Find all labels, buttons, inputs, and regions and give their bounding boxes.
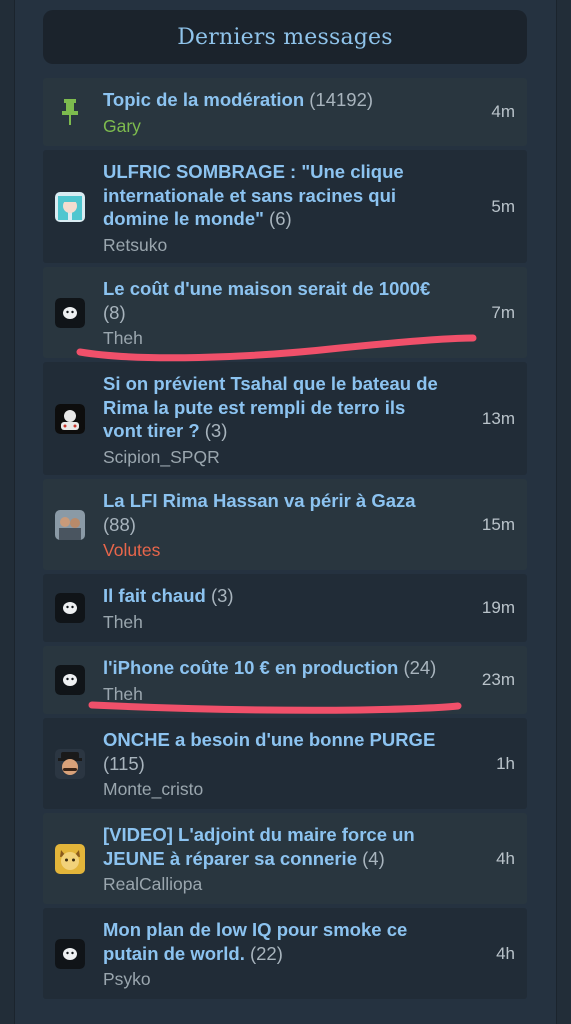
topic-row[interactable]: ONCHE a besoin d'une bonne PURGE (115) M… xyxy=(43,718,527,809)
topic-time: 23m xyxy=(481,670,515,689)
topic-title-line[interactable]: La LFI Rima Hassan va périr à Gaza (88) xyxy=(103,489,517,536)
topic-time: 1h xyxy=(496,753,515,773)
topic-title-line[interactable]: ONCHE a besoin d'une bonne PURGE (115) xyxy=(103,728,517,775)
topic-title-line[interactable]: [VIDEO] L'adjoint du maire force un JEUN… xyxy=(103,823,517,870)
topic-time: 5m xyxy=(491,196,515,216)
topic-title[interactable]: Si on prévient Tsahal que le bateau de R… xyxy=(103,373,438,441)
topic-title-line[interactable]: Mon plan de low IQ pour smoke ce putain … xyxy=(103,918,517,965)
topic-row[interactable]: Il fait chaud (3) Theh 19m xyxy=(43,574,527,642)
topic-row[interactable]: La LFI Rima Hassan va périr à Gaza (88) … xyxy=(43,479,527,570)
topic-title-line[interactable]: Topic de la modération (14192) xyxy=(103,88,517,112)
default-avatar xyxy=(55,593,85,623)
topic-title[interactable]: ONCHE a besoin d'une bonne PURGE xyxy=(103,729,435,750)
topic-author[interactable]: Scipion_SPQR xyxy=(103,446,517,468)
reply-count: (14192) xyxy=(309,89,374,110)
topic-row[interactable]: Topic de la modération (14192) Gary 4m xyxy=(43,78,527,146)
reply-count: (88) xyxy=(103,513,136,535)
topic-title[interactable]: Il fait chaud xyxy=(103,585,206,606)
latest-messages-header: Derniers messages xyxy=(43,10,527,64)
topic-title-line[interactable]: Le coût d'une maison serait de 1000€ (8) xyxy=(103,277,517,324)
gamer-avatar xyxy=(55,403,85,434)
reply-count: (3) xyxy=(210,585,234,606)
topic-author[interactable]: RealCalliopa xyxy=(103,873,517,895)
mustache-avatar xyxy=(55,748,85,779)
topic-row[interactable]: [VIDEO] L'adjoint du maire force un JEUN… xyxy=(43,813,527,904)
default-avatar xyxy=(55,938,85,969)
topic-author[interactable]: Retsuko xyxy=(103,234,517,256)
topic-title-line[interactable]: Il fait chaud (3) xyxy=(103,584,517,608)
topic-author[interactable]: Volutes xyxy=(103,539,517,561)
topic-time: 13m xyxy=(481,408,515,428)
topic-row[interactable]: ULFRIC SOMBRAGE : "Une clique internatio… xyxy=(43,150,527,263)
reply-count: (6) xyxy=(269,208,292,229)
topic-time: 4h xyxy=(496,943,515,963)
topic-time: 19m xyxy=(481,598,515,617)
topic-author[interactable]: Theh xyxy=(103,327,517,349)
topic-author[interactable]: Monte_cristo xyxy=(103,778,517,800)
topic-title-line[interactable]: l'iPhone coûte 10 € en production (24) xyxy=(103,656,517,680)
topic-row[interactable]: Le coût d'une maison serait de 1000€ (8)… xyxy=(43,267,527,358)
topic-title-line[interactable]: ULFRIC SOMBRAGE : "Une clique internatio… xyxy=(103,160,517,231)
topic-row[interactable]: Si on prévient Tsahal que le bateau de R… xyxy=(43,362,527,475)
reply-count: (24) xyxy=(403,657,437,678)
topic-author[interactable]: Gary xyxy=(103,115,517,137)
photo-avatar xyxy=(55,509,85,540)
reply-count: (22) xyxy=(249,942,283,964)
anime-avatar xyxy=(55,191,85,222)
section-title: Derniers messages xyxy=(177,24,393,50)
right-border xyxy=(556,0,571,1024)
topic-list: Topic de la modération (14192) Gary 4m U… xyxy=(43,78,527,1003)
topic-title[interactable]: Le coût d'une maison serait de 1000€ xyxy=(103,278,430,299)
topic-author[interactable]: Theh xyxy=(103,683,517,705)
topic-time: 15m xyxy=(481,514,515,534)
default-avatar xyxy=(55,665,85,695)
left-border xyxy=(0,0,15,1024)
topic-row[interactable]: l'iPhone coûte 10 € en production (24) T… xyxy=(43,646,527,714)
reply-count: (4) xyxy=(362,847,385,869)
topic-time: 7m xyxy=(491,302,515,322)
topic-title-line[interactable]: Si on prévient Tsahal que le bateau de R… xyxy=(103,372,517,443)
default-avatar xyxy=(55,297,85,328)
reply-count: (3) xyxy=(204,420,228,441)
cat-avatar xyxy=(55,843,85,874)
topic-time: 4h xyxy=(496,848,515,868)
reply-count: (115) xyxy=(103,752,145,774)
topic-author[interactable]: Psyko xyxy=(103,968,517,990)
topic-title[interactable]: Topic de la modération xyxy=(103,89,304,110)
topic-title[interactable]: La LFI Rima Hassan va périr à Gaza xyxy=(103,490,416,511)
topic-row[interactable]: Mon plan de low IQ pour smoke ce putain … xyxy=(43,908,527,999)
topic-time: 4m xyxy=(491,102,515,121)
topic-title[interactable]: l'iPhone coûte 10 € en production xyxy=(103,657,398,678)
pin-icon xyxy=(59,97,81,127)
reply-count: (8) xyxy=(103,301,126,323)
topic-title[interactable]: ULFRIC SOMBRAGE : "Une clique internatio… xyxy=(103,161,404,229)
topic-author[interactable]: Theh xyxy=(103,611,517,633)
